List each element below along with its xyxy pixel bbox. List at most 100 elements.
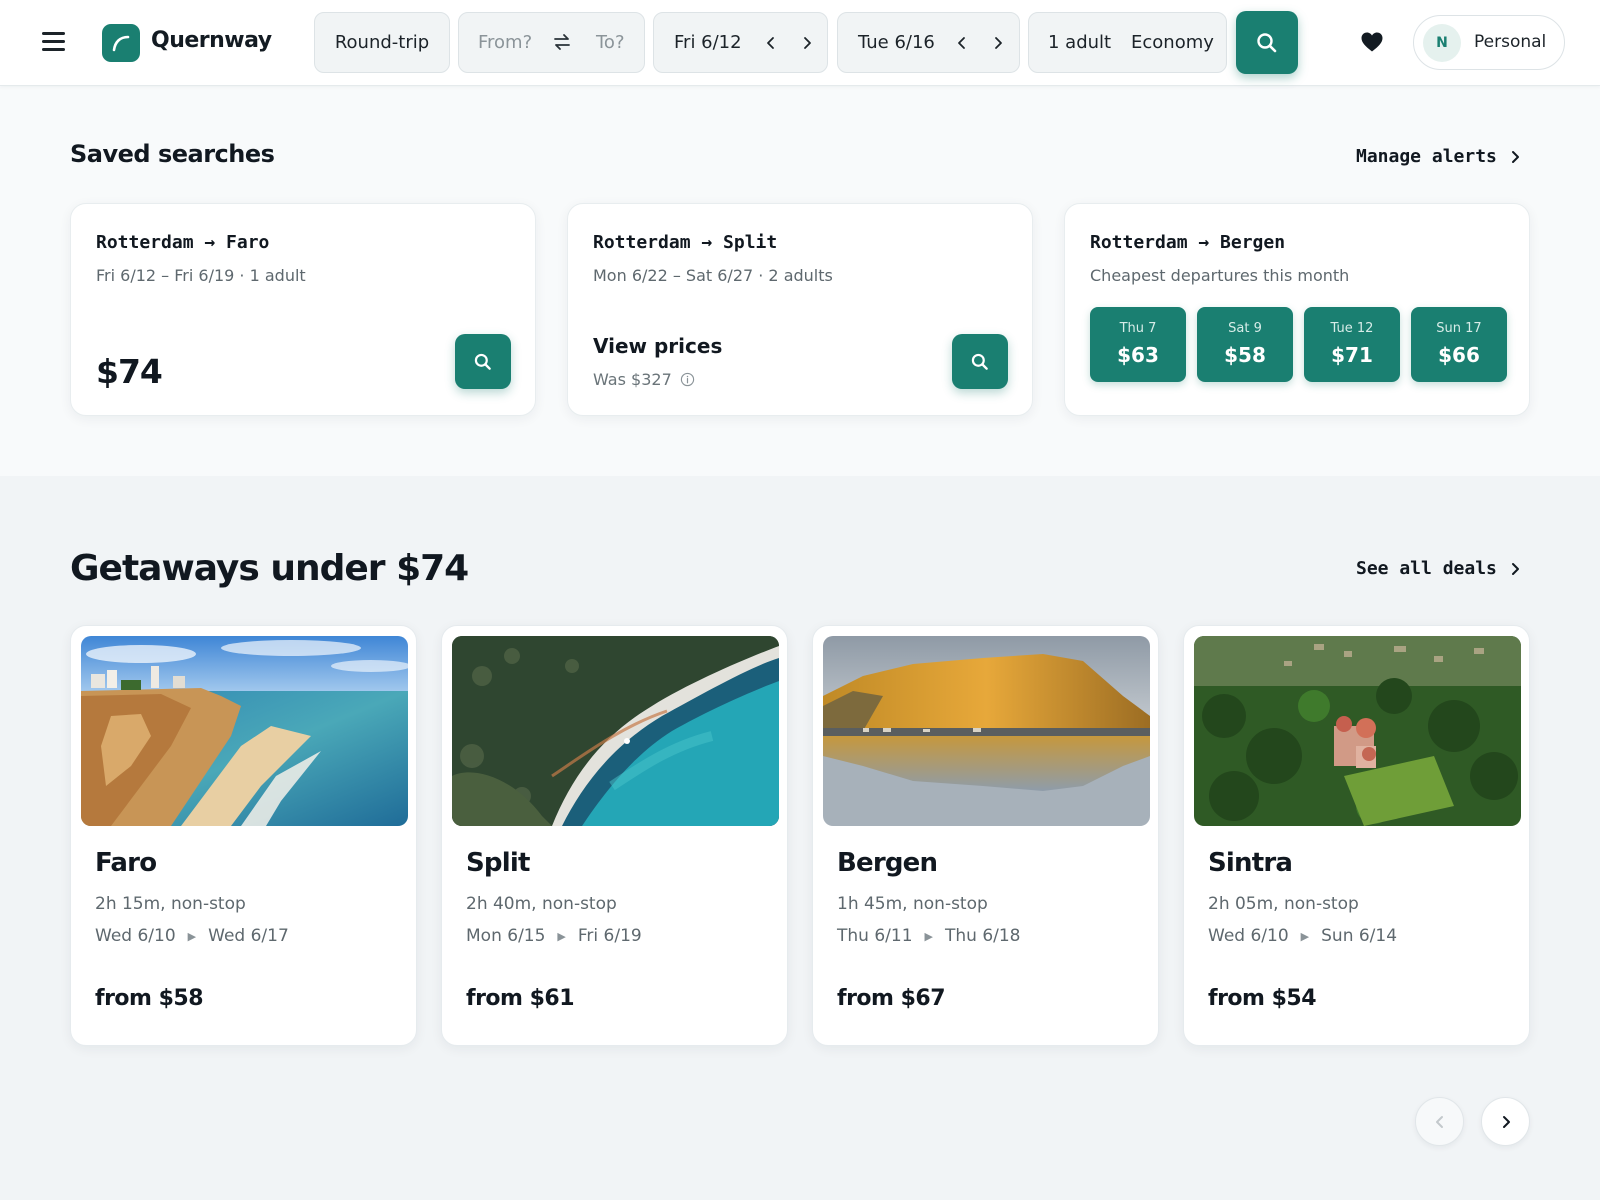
play-arrow-icon: ▶ — [557, 929, 566, 943]
deal-duration: 2h 15m, non-stop — [95, 894, 246, 914]
destination-photo — [1194, 636, 1521, 826]
view-prices-label[interactable]: View prices — [593, 334, 722, 358]
destination-photo — [823, 636, 1150, 826]
saved-details: Fri 6/12 – Fri 6/19 · 1 adult — [96, 266, 306, 285]
chip-day: Tue 12 — [1330, 321, 1374, 336]
deal-city: Split — [466, 848, 530, 878]
deal-price: from $61 — [466, 986, 575, 1011]
deals-title: Getaways under $74 — [70, 548, 469, 589]
swap-icon[interactable] — [553, 33, 571, 56]
return-date: Tue 6/16 — [858, 32, 935, 53]
profile-name: Personal — [1474, 32, 1547, 52]
deal-return: Sun 6/14 — [1321, 926, 1398, 946]
deal-dates: Mon 6/15 ▶ Fri 6/19 — [466, 926, 642, 946]
chevron-right-icon — [1502, 1115, 1510, 1128]
deal-return: Thu 6/18 — [944, 926, 1021, 946]
deal-city: Sintra — [1208, 848, 1293, 878]
cheapest-dates: Thu 7 $63 Sat 9 $58 Tue 12 $71 Sun 17 $66 — [1090, 307, 1507, 382]
deal-city: Bergen — [837, 848, 938, 878]
menu-icon[interactable] — [42, 26, 72, 56]
was-price: Was $327 — [593, 370, 695, 389]
was-price-text: Was $327 — [593, 370, 672, 389]
passenger-count: 1 adult — [1048, 32, 1112, 53]
deal-dates: Thu 6/11 ▶ Thu 6/18 — [837, 926, 1021, 946]
carousel-prev-button[interactable] — [1415, 1097, 1464, 1146]
date-price-chip[interactable]: Tue 12 $71 — [1304, 307, 1400, 382]
saved-route: Rotterdam → Bergen — [1090, 232, 1286, 253]
passenger-cabin-select[interactable]: 1 adult Economy — [1028, 12, 1227, 73]
saved-route: Rotterdam → Faro — [96, 232, 270, 253]
play-arrow-icon: ▶ — [187, 929, 197, 943]
search-icon — [971, 353, 988, 370]
chip-price: $58 — [1224, 343, 1266, 367]
saved-price: $74 — [96, 352, 163, 391]
date-price-chip[interactable]: Sun 17 $66 — [1411, 307, 1507, 382]
deal-price: from $58 — [95, 986, 204, 1011]
destination-photo — [452, 636, 779, 826]
saved-details: Mon 6/22 – Sat 6/27 · 2 adults — [593, 266, 833, 285]
info-icon — [680, 372, 694, 387]
trip-type-label: Round-trip — [334, 32, 430, 53]
return-date-picker[interactable]: Tue 6/16 — [837, 12, 1020, 73]
depart-date: Fri 6/12 — [674, 32, 742, 53]
heart-icon[interactable] — [1360, 31, 1384, 53]
chip-price: $66 — [1438, 343, 1480, 367]
trip-type-select[interactable]: Round-trip — [314, 12, 450, 73]
manage-alerts-label: Manage alerts — [1356, 146, 1497, 167]
deal-price: from $54 — [1208, 986, 1317, 1011]
chevron-right-icon — [1511, 562, 1519, 575]
deal-card[interactable]: Bergen 1h 45m, non-stop Thu 6/11 ▶ Thu 6… — [812, 625, 1159, 1046]
from-field[interactable]: From? — [478, 32, 532, 53]
saved-search-card[interactable]: Rotterdam → Faro Fri 6/12 – Fri 6/19 · 1… — [70, 203, 536, 416]
search-button[interactable] — [952, 334, 1008, 389]
deal-dates: Wed 6/10 ▶ Wed 6/17 — [95, 926, 289, 946]
deal-dates: Wed 6/10 ▶ Sun 6/14 — [1208, 926, 1397, 946]
chevron-left-icon[interactable] — [955, 35, 969, 51]
chip-day: Thu 7 — [1119, 321, 1157, 336]
see-all-deals-link[interactable]: See all deals — [1356, 558, 1521, 579]
top-header: Quernway Round-trip From? To? Fri 6/12 T… — [0, 0, 1600, 86]
chevron-right-icon[interactable] — [991, 35, 1005, 51]
destination-photo — [81, 636, 408, 826]
deal-price: from $67 — [837, 986, 946, 1011]
chevron-left-icon[interactable] — [764, 35, 778, 51]
profile-menu[interactable]: N Personal — [1413, 15, 1565, 70]
date-price-chip[interactable]: Thu 7 $63 — [1090, 307, 1186, 382]
deal-outbound: Mon 6/15 — [466, 926, 546, 946]
deal-outbound: Wed 6/10 — [95, 926, 176, 946]
carousel-next-button[interactable] — [1481, 1097, 1530, 1146]
chevron-left-icon — [1435, 1115, 1443, 1128]
chevron-right-icon[interactable] — [800, 35, 814, 51]
saved-search-card[interactable]: Rotterdam → Split Mon 6/22 – Sat 6/27 · … — [567, 203, 1033, 416]
deal-outbound: Wed 6/10 — [1208, 926, 1289, 946]
depart-date-picker[interactable]: Fri 6/12 — [653, 12, 828, 73]
search-button[interactable] — [1236, 11, 1298, 74]
deal-duration: 2h 40m, non-stop — [466, 894, 617, 914]
logo-icon[interactable] — [102, 24, 140, 62]
date-price-chip[interactable]: Sat 9 $58 — [1197, 307, 1293, 382]
search-icon — [1257, 32, 1277, 52]
deal-duration: 1h 45m, non-stop — [837, 894, 988, 914]
play-arrow-icon: ▶ — [1300, 929, 1310, 943]
deal-outbound: Thu 6/11 — [837, 926, 913, 946]
deal-card[interactable]: Split 2h 40m, non-stop Mon 6/15 ▶ Fri 6/… — [441, 625, 788, 1046]
to-field[interactable]: To? — [596, 32, 625, 53]
saved-search-card: Rotterdam → Bergen Cheapest departures t… — [1064, 203, 1530, 416]
saved-route: Rotterdam → Split — [593, 232, 778, 253]
deal-return: Fri 6/19 — [577, 926, 642, 946]
deal-card[interactable]: Sintra 2h 05m, non-stop Wed 6/10 ▶ Sun 6… — [1183, 625, 1530, 1046]
see-all-deals-label: See all deals — [1356, 558, 1497, 579]
search-button[interactable] — [455, 334, 511, 389]
deal-city: Faro — [95, 848, 157, 878]
chevron-right-icon — [1511, 150, 1519, 163]
play-arrow-icon: ▶ — [924, 929, 933, 943]
deal-return: Wed 6/17 — [208, 926, 289, 946]
manage-alerts-link[interactable]: Manage alerts — [1356, 146, 1521, 167]
avatar: N — [1423, 24, 1461, 62]
chip-price: $71 — [1331, 343, 1373, 367]
cabin-class: Economy — [1131, 32, 1214, 53]
saved-details: Cheapest departures this month — [1090, 266, 1350, 285]
deal-card[interactable]: Faro 2h 15m, non-stop Wed 6/10 ▶ Wed 6/1… — [70, 625, 417, 1046]
app-name[interactable]: Quernway — [151, 28, 272, 53]
search-icon — [474, 353, 491, 370]
